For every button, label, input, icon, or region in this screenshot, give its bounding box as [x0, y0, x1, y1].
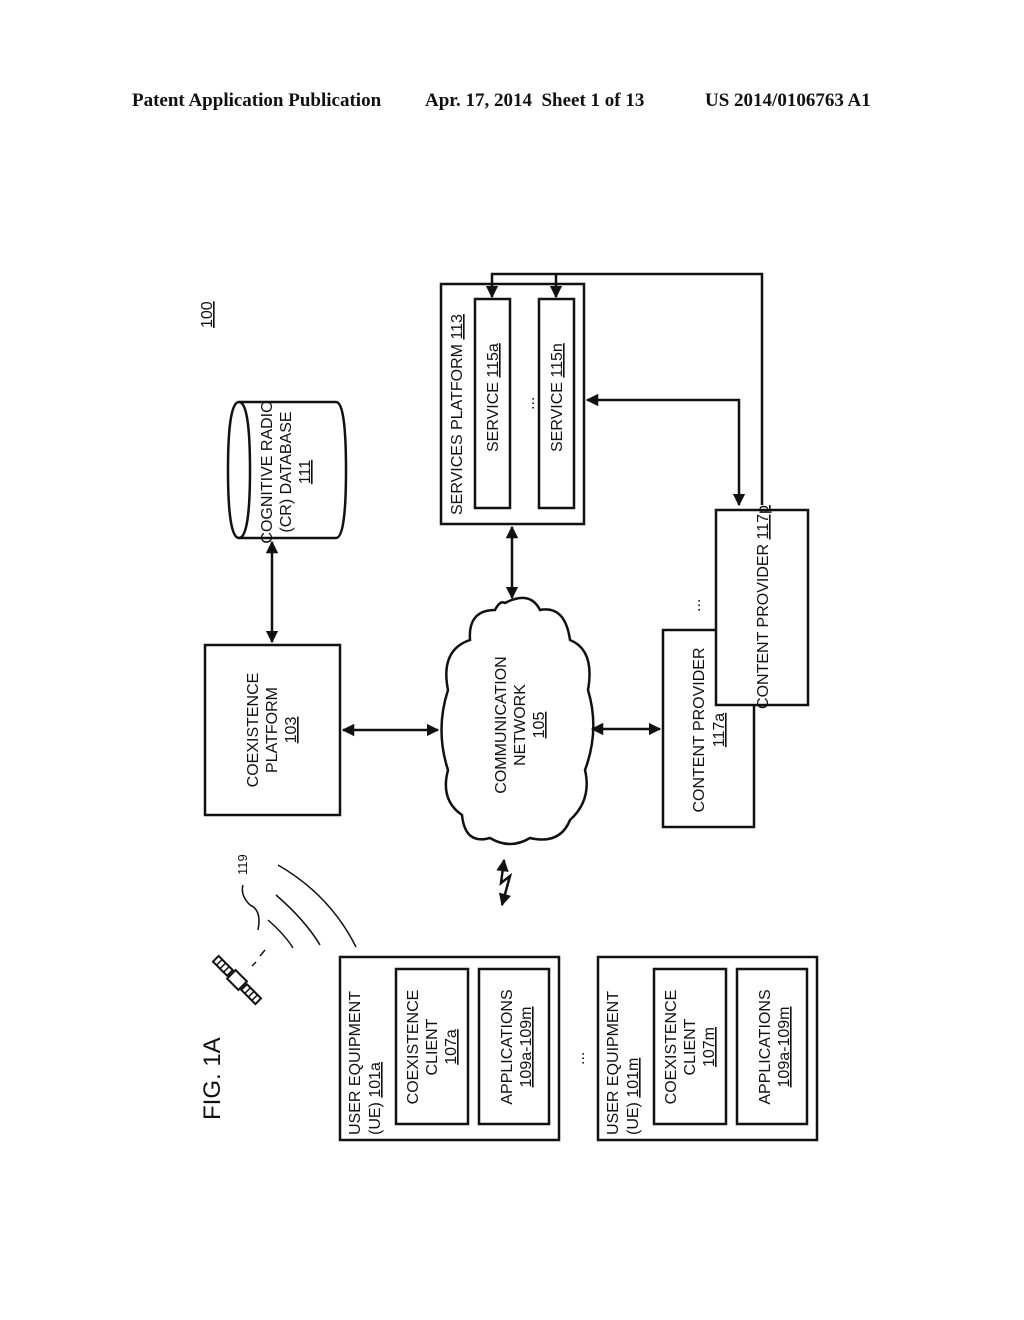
coexistence-platform-ref: 103: [283, 717, 300, 744]
network-line1: COMMUNICATION: [493, 656, 510, 793]
wireless-link-icon: [496, 858, 513, 907]
content-provider-ellipsis: ...: [687, 599, 704, 612]
client-107m-ref: 107m: [701, 1027, 718, 1067]
signal-leader-line: [241, 884, 260, 931]
network-ref: 105: [531, 712, 548, 739]
client-107a-ref: 107a: [443, 1029, 460, 1065]
ue-101m-line1: USER EQUIPMENT: [605, 991, 622, 1135]
client-107a-line2: CLIENT: [424, 1018, 441, 1075]
content-provider-117p: CONTENT PROVIDER 117p: [714, 505, 810, 709]
apps-101a-ref: 109a-109m: [518, 1007, 535, 1088]
ue-101a-line2: (UE) 101a: [367, 1062, 384, 1135]
signal-waves-icon: [241, 864, 357, 967]
cr-database-ref: 111: [297, 460, 314, 484]
client-107m-line2: CLIENT: [682, 1018, 699, 1075]
coexistence-platform: COEXISTENCE PLATFORM 103: [203, 643, 342, 817]
service-115a-label: SERVICE 115a: [485, 343, 502, 452]
client-107m-line1: COEXISTENCE: [663, 990, 680, 1105]
apps-101a-label: APPLICATIONS: [499, 989, 516, 1104]
cp-117a-label: CONTENT PROVIDER: [691, 647, 708, 812]
ue-101a-line1: USER EQUIPMENT: [347, 991, 364, 1135]
signal-ref: 119: [235, 854, 250, 875]
ue-101m-line2: (UE) 101m: [625, 1058, 642, 1135]
network-line2: NETWORK: [512, 684, 529, 766]
cp-117p-label: CONTENT PROVIDER 117p: [755, 505, 772, 709]
figure-label: FIG. 1A: [199, 1037, 226, 1120]
service-cp-arrow: [585, 393, 746, 507]
ue-ellipsis: ...: [571, 1052, 588, 1065]
service-115n-label: SERVICE 115n: [549, 343, 566, 452]
services-ellipsis: ...: [521, 397, 538, 410]
coexistence-platform-line2: PLATFORM: [264, 687, 281, 773]
client-107a-line1: COEXISTENCE: [405, 990, 422, 1105]
user-equipment-101a: USER EQUIPMENT (UE) 101a COEXISTENCE CLI…: [338, 955, 561, 1142]
apps-101m-label: APPLICATIONS: [757, 989, 774, 1104]
cr-database: COGNITIVE RADIO (CR) DATABASE 111: [226, 400, 348, 544]
services-platform-label: SERVICES PLATFORM 113: [449, 314, 466, 515]
coexistence-platform-line1: COEXISTENCE: [245, 673, 262, 788]
user-equipment-101m: USER EQUIPMENT (UE) 101m COEXISTENCE CLI…: [596, 955, 819, 1142]
cr-database-line2: (CR) DATABASE: [278, 411, 295, 532]
system-ref: 100: [199, 301, 216, 328]
communication-network: COMMUNICATION NETWORK 105: [440, 596, 595, 846]
figure-1a-diagram: FIG. 1A 100 COGNITIVE RADIO (CR) DATABAS…: [199, 272, 819, 1142]
cr-database-line1: COGNITIVE RADIO: [259, 400, 276, 543]
cp-117a-ref: 117a: [711, 713, 728, 748]
services-platform: SERVICES PLATFORM 113 SERVICE 115a ... S…: [439, 282, 586, 526]
apps-101m-ref: 109a-109m: [776, 1007, 793, 1088]
